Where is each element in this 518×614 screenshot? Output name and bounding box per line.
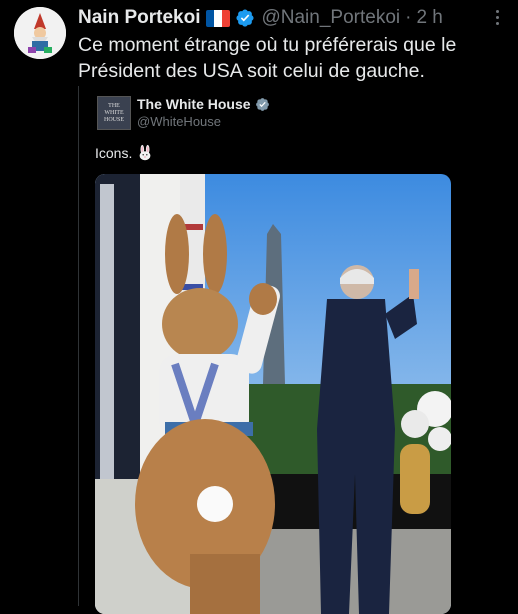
verified-badge-icon <box>236 9 255 27</box>
tweet-header: Nain Portekoi @Nain_Portekoi · 2 h <box>78 6 498 30</box>
rabbit-face-emoji-icon <box>139 144 151 161</box>
gray-verified-badge-icon <box>255 97 269 111</box>
quoted-tweet-text-row: Icons. <box>95 144 154 162</box>
quoted-tweet[interactable]: THE WHITE HOUSE The White House @WhiteHo… <box>78 86 479 614</box>
more-options-icon[interactable] <box>494 8 500 28</box>
author-avatar[interactable] <box>14 7 66 59</box>
quoted-author-avatar[interactable]: THE WHITE HOUSE <box>97 96 131 130</box>
timestamp[interactable]: 2 h <box>416 7 442 29</box>
france-flag-icon <box>206 9 231 27</box>
author-name[interactable]: Nain Portekoi <box>78 7 200 29</box>
author-handle[interactable]: @Nain_Portekoi <box>261 7 400 29</box>
separator-dot: · <box>405 7 412 28</box>
tweet[interactable]: Nain Portekoi @Nain_Portekoi · 2 h Ce mo… <box>0 0 518 614</box>
quoted-tweet-photo[interactable] <box>95 174 451 614</box>
tweet-text: Ce moment étrange où tu préférerais que … <box>78 34 457 82</box>
avatar-logo-text: THE WHITE HOUSE <box>103 102 124 123</box>
quoted-author-name[interactable]: The White House <box>137 96 251 112</box>
quoted-author-row: The White House <box>137 96 276 112</box>
quoted-tweet-text: Icons. <box>95 145 133 161</box>
quoted-author-handle[interactable]: @WhiteHouse <box>137 114 221 129</box>
